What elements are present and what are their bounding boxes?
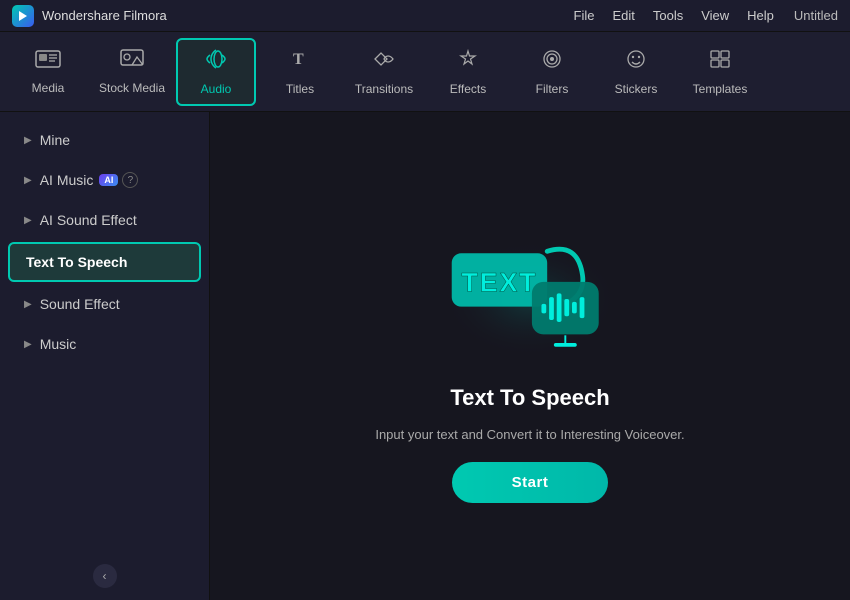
tab-titles[interactable]: T Titles (260, 38, 340, 106)
transitions-icon (371, 47, 397, 77)
tts-illustration: TEXT (420, 209, 640, 369)
titlebar: Wondershare Filmora File Edit Tools View… (0, 0, 850, 32)
tab-stickers-label: Stickers (615, 82, 658, 96)
svg-text:TEXT: TEXT (461, 267, 537, 297)
chevron-right-icon: ▶ (24, 175, 32, 186)
sidebar-item-tts-label: Text To Speech (26, 254, 127, 270)
sidebar-item-ai-music-label: AI Music (40, 172, 94, 188)
menu-help[interactable]: Help (747, 8, 774, 23)
collapse-icon: ‹ (103, 569, 107, 583)
tab-templates[interactable]: Templates (680, 38, 760, 106)
tab-transitions[interactable]: Transitions (344, 38, 424, 106)
templates-icon (707, 47, 733, 77)
chevron-right-icon: ▶ (24, 135, 32, 146)
tab-effects-label: Effects (450, 82, 486, 96)
chevron-right-icon: ▶ (24, 339, 32, 350)
ai-badge: AI (99, 174, 118, 186)
tab-transitions-label: Transitions (355, 82, 413, 96)
stock-media-icon (119, 48, 145, 76)
stickers-icon (623, 47, 649, 77)
menu-view[interactable]: View (701, 8, 729, 23)
tab-media-label: Media (32, 81, 65, 95)
sidebar-item-ai-music[interactable]: ▶ AI Music AI ? (8, 162, 201, 198)
menu-edit[interactable]: Edit (612, 8, 634, 23)
svg-text:T: T (293, 51, 304, 68)
tab-titles-label: Titles (286, 82, 314, 96)
tab-filters[interactable]: Filters (512, 38, 592, 106)
content-heading: Text To Speech (450, 385, 609, 411)
tab-effects[interactable]: Effects (428, 38, 508, 106)
sidebar-item-music-label: Music (40, 336, 77, 352)
tab-filters-label: Filters (536, 82, 569, 96)
tab-stock-media-label: Stock Media (99, 81, 165, 95)
window-title: Untitled (794, 8, 838, 23)
tab-media[interactable]: Media (8, 38, 88, 106)
menu-tools[interactable]: Tools (653, 8, 683, 23)
tab-audio-label: Audio (201, 82, 232, 96)
sidebar-item-mine[interactable]: ▶ Mine (8, 122, 201, 158)
filters-icon (539, 47, 565, 77)
tab-audio[interactable]: Audio (176, 38, 256, 106)
sidebar-item-ai-sound-effect[interactable]: ▶ AI Sound Effect (8, 202, 201, 238)
chevron-right-icon: ▶ (24, 299, 32, 310)
sidebar-item-sound-effect-label: Sound Effect (40, 296, 120, 312)
sidebar-item-music[interactable]: ▶ Music (8, 326, 201, 362)
titles-icon: T (287, 47, 313, 77)
app-logo (12, 5, 34, 27)
main-layout: ▶ Mine ▶ AI Music AI ? ▶ AI Sound Effect… (0, 112, 850, 600)
sidebar-item-text-to-speech[interactable]: Text To Speech (8, 242, 201, 282)
media-icon (35, 48, 61, 76)
sidebar-item-ai-sound-label: AI Sound Effect (40, 212, 137, 228)
tab-stock-media[interactable]: Stock Media (92, 38, 172, 106)
menu-file[interactable]: File (574, 8, 595, 23)
sidebar-item-mine-label: Mine (40, 132, 70, 148)
content-area: TEXT Text To Speech Input your (210, 112, 850, 600)
chevron-right-icon: ▶ (24, 215, 32, 226)
start-button[interactable]: Start (452, 462, 609, 503)
audio-icon (203, 47, 229, 77)
help-icon[interactable]: ? (122, 172, 138, 188)
toolbar: Media Stock Media Audio T T (0, 32, 850, 112)
sidebar: ▶ Mine ▶ AI Music AI ? ▶ AI Sound Effect… (0, 112, 210, 600)
sidebar-item-sound-effect[interactable]: ▶ Sound Effect (8, 286, 201, 322)
effects-icon (455, 47, 481, 77)
content-subtext: Input your text and Convert it to Intere… (375, 427, 684, 442)
app-name: Wondershare Filmora (42, 8, 554, 23)
sidebar-collapse-button[interactable]: ‹ (93, 564, 117, 588)
tab-stickers[interactable]: Stickers (596, 38, 676, 106)
menu-bar: File Edit Tools View Help (574, 8, 774, 23)
tab-templates-label: Templates (693, 82, 748, 96)
